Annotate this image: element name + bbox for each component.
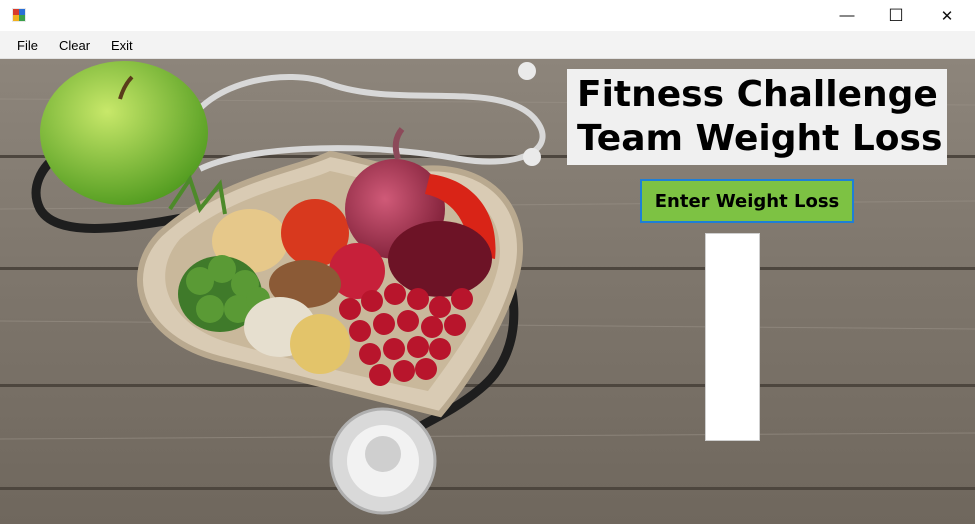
menu-bar: File Clear Exit (0, 31, 975, 59)
title-line-1: Fitness Challenge (577, 74, 938, 115)
title-label: Fitness Challenge Team Weight Loss (567, 69, 947, 165)
title-bar: — ☐ ✕ (0, 0, 975, 31)
menu-file[interactable]: File (17, 38, 38, 53)
form-client-area: Fitness Challenge Team Weight Loss Enter… (0, 59, 975, 524)
minimize-icon[interactable]: — (822, 0, 872, 31)
app-icon (12, 8, 26, 22)
enter-weight-loss-button[interactable]: Enter Weight Loss (640, 179, 854, 223)
menu-clear[interactable]: Clear (59, 38, 90, 53)
close-icon[interactable]: ✕ (922, 0, 972, 31)
results-listbox[interactable] (705, 233, 760, 441)
menu-exit[interactable]: Exit (111, 38, 133, 53)
maximize-icon[interactable]: ☐ (871, 0, 921, 31)
title-line-2: Team Weight Loss (577, 118, 943, 159)
